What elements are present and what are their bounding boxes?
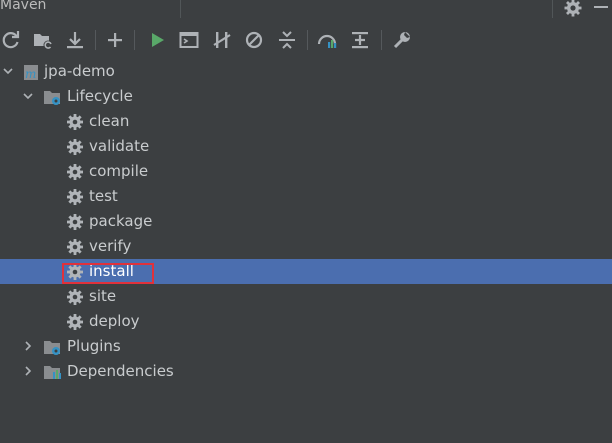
- tree-row-goal[interactable]: package: [0, 209, 612, 234]
- dependencies-folder-icon: [44, 366, 61, 379]
- goal-label: verify: [89, 237, 132, 255]
- expand-icon[interactable]: [349, 29, 371, 51]
- tree-row-project[interactable]: m jpa-demo: [0, 59, 612, 84]
- toolbar-separator: [134, 30, 135, 50]
- add-icon[interactable]: [104, 29, 126, 51]
- lifecycle-folder-icon: [44, 91, 60, 105]
- toolbar-separator: [307, 30, 308, 50]
- goal-label: test: [89, 187, 118, 205]
- maven-project-icon: m: [24, 65, 38, 81]
- chevron-right-icon[interactable]: [23, 341, 33, 351]
- goal-label: validate: [89, 137, 150, 155]
- collapse-all-icon[interactable]: [276, 29, 298, 51]
- gear-icon: [67, 189, 83, 205]
- tool-window-header: Maven: [0, 0, 612, 18]
- skip-tests-icon[interactable]: [243, 29, 265, 51]
- settings-wrench-icon[interactable]: [391, 29, 413, 51]
- svg-text:m: m: [25, 67, 36, 81]
- gear-icon: [67, 139, 83, 155]
- gear-icon: [67, 314, 83, 330]
- download-icon[interactable]: [64, 29, 86, 51]
- tree-row-goal[interactable]: verify: [0, 234, 612, 259]
- generate-sources-icon[interactable]: [32, 29, 54, 51]
- gear-icon: [67, 114, 83, 130]
- gear-icon: [67, 239, 83, 255]
- tool-window-title: Maven: [0, 0, 47, 13]
- plugins-folder-icon: [44, 341, 60, 355]
- goal-label: clean: [89, 112, 130, 130]
- diagram-icon[interactable]: [316, 29, 338, 51]
- install-highlight-box: [62, 263, 154, 284]
- dependencies-label: Dependencies: [67, 362, 174, 380]
- gear-icon: [67, 214, 83, 230]
- lifecycle-label: Lifecycle: [67, 87, 133, 105]
- project-name: jpa-demo: [44, 62, 115, 80]
- chevron-down-icon[interactable]: [23, 91, 33, 101]
- tree-row-goal[interactable]: clean: [0, 109, 612, 134]
- header-divider: [180, 0, 181, 18]
- goal-label: compile: [89, 162, 149, 180]
- goal-label: package: [89, 212, 153, 230]
- chevron-down-icon[interactable]: [3, 66, 13, 76]
- run-icon[interactable]: [146, 29, 168, 51]
- tree-row-dependencies[interactable]: Dependencies: [0, 359, 612, 384]
- gear-icon: [67, 164, 83, 180]
- tree-row-plugins[interactable]: Plugins: [0, 334, 612, 359]
- execute-goal-icon[interactable]: [178, 29, 200, 51]
- tree-row-goal[interactable]: test: [0, 184, 612, 209]
- gear-icon[interactable]: [563, 0, 583, 18]
- tree-row-goal[interactable]: deploy: [0, 309, 612, 334]
- tree-row-goal[interactable]: validate: [0, 134, 612, 159]
- toolbar-separator: [381, 30, 382, 50]
- gear-icon: [67, 289, 83, 305]
- plugins-label: Plugins: [67, 337, 121, 355]
- goal-label: deploy: [89, 312, 140, 330]
- toggle-offline-icon[interactable]: [211, 29, 233, 51]
- goal-label: site: [89, 287, 117, 305]
- tree-row-goal[interactable]: compile: [0, 159, 612, 184]
- chevron-right-icon[interactable]: [23, 366, 33, 376]
- toolbar-separator: [95, 30, 96, 50]
- reload-icon[interactable]: [0, 29, 22, 51]
- tree-row-goal[interactable]: site: [0, 284, 612, 309]
- minimize-icon[interactable]: [594, 6, 608, 8]
- tree-row-lifecycle[interactable]: Lifecycle: [0, 84, 612, 109]
- maven-toolbar: [0, 24, 612, 56]
- header-divider: [552, 0, 553, 18]
